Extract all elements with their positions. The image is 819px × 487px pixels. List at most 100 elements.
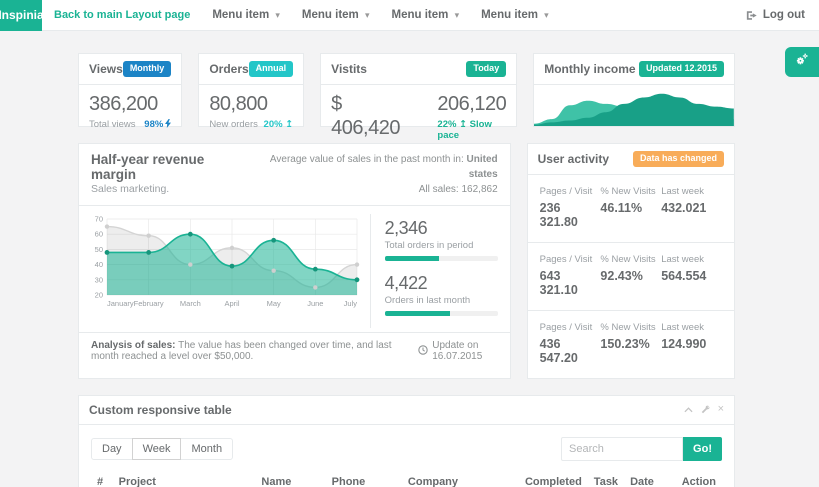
vistits-delta-2: 22%: [437, 119, 456, 130]
all-sales-label: All sales:: [419, 184, 459, 195]
stats-row: Views Monthly 386,200 Total views 98% Or…: [78, 53, 735, 127]
svg-text:May: May: [267, 299, 281, 308]
svg-text:50: 50: [95, 245, 103, 254]
user-activity-body: Pages / Visit236 321.80% New Visits46.11…: [528, 175, 734, 378]
user-activity-cell: % New Visits46.11%: [600, 186, 661, 229]
views-value: 386,200: [89, 92, 171, 116]
chevron-down-icon: ▾: [544, 10, 549, 20]
search-input[interactable]: [561, 437, 683, 461]
nav-menu-item-4[interactable]: Menu item ▾: [481, 9, 549, 21]
user-activity-cell: Pages / Visit436 547.20: [540, 322, 601, 365]
orders-title: Orders: [209, 62, 248, 76]
theme-settings-button[interactable]: [785, 47, 819, 77]
period-button-group: DayWeekMonth: [91, 438, 233, 460]
user-activity-row: Pages / Visit236 321.80% New Visits46.11…: [528, 175, 734, 243]
level-up-icon: ↥: [459, 119, 467, 130]
gears-icon: [794, 52, 810, 73]
revenue-stats: 2,346 Total orders in period 4,422 Order…: [370, 214, 498, 328]
column-header-project: Project: [113, 471, 256, 487]
custom-table-panel: Custom responsive table × DayWeekMonth G…: [78, 395, 735, 487]
svg-text:January: January: [107, 299, 134, 308]
vistits-title: Vistits: [331, 62, 367, 76]
level-up-icon: ↥: [285, 119, 293, 130]
brand-logo[interactable]: Inspinia: [0, 0, 42, 31]
orders-card: Orders Annual 80,800 New orders 20% ↥: [198, 53, 304, 127]
svg-text:40: 40: [95, 260, 103, 269]
svg-text:April: April: [224, 299, 239, 308]
svg-text:60: 60: [95, 230, 103, 239]
column-header-company: Company: [402, 471, 519, 487]
revenue-subtitle: Sales marketing.: [91, 183, 247, 195]
revenue-panel: Half-year revenue margin Sales marketing…: [78, 143, 511, 379]
go-button[interactable]: Go!: [683, 437, 722, 461]
total-orders-progress: [385, 256, 498, 261]
nav-menu: Menu item ▾ Menu item ▾ Menu item ▾ Menu it…: [190, 9, 548, 21]
column-header-date: Date: [624, 471, 676, 487]
monthly-income-badge: Updated 12.2015: [639, 61, 724, 77]
svg-text:March: March: [180, 299, 201, 308]
chevron-down-icon: ▾: [365, 10, 370, 20]
revenue-chart: 20 30 40 50 60 70 JanuaryFebruary March April May…: [87, 214, 365, 312]
nav-menu-item-1[interactable]: Menu item ▾: [212, 9, 280, 21]
back-to-layout-link[interactable]: Back to main Layout page: [54, 9, 190, 21]
table-panel-title: Custom responsive table: [89, 403, 232, 417]
clock-icon: [418, 345, 428, 358]
vistits-value-1: $ 406,420: [331, 92, 403, 140]
period-button-month[interactable]: Month: [180, 438, 233, 460]
user-activity-title: User activity: [538, 152, 609, 166]
svg-text:February: February: [134, 299, 164, 308]
user-activity-cell: Last week124.990: [661, 322, 722, 365]
close-icon[interactable]: ×: [718, 404, 724, 415]
last-month-value: 4,422: [385, 273, 498, 294]
logout-label: Log out: [763, 9, 805, 21]
vistits-badge: Today: [466, 61, 506, 77]
views-card: Views Monthly 386,200 Total views 98%: [78, 53, 182, 127]
vistits-card: Vistits Today $ 406,420 44% ↥ Rapid pace…: [320, 53, 517, 127]
column-header-phone: Phone: [326, 471, 402, 487]
wrench-icon[interactable]: [701, 405, 710, 414]
last-month-label: Orders in last month: [385, 295, 498, 306]
views-delta: 98%: [144, 119, 163, 130]
avg-sales-label: Average value of sales in the past month…: [270, 154, 464, 165]
monthly-income-chart: [534, 80, 734, 126]
revenue-title: Half-year revenue margin: [91, 152, 247, 182]
period-button-week[interactable]: Week: [132, 438, 182, 460]
logout-button[interactable]: Log out: [746, 9, 805, 21]
views-label: Total views: [89, 119, 135, 130]
user-activity-cell: Last week564.554: [661, 254, 722, 297]
user-activity-cell: Pages / Visit643 321.10: [540, 254, 601, 297]
update-note: Update on 16.07.2015: [418, 340, 497, 362]
nav-menu-item-2[interactable]: Menu item ▾: [302, 9, 370, 21]
total-orders-label: Total orders in period: [385, 240, 498, 251]
column-header-completed: Completed: [519, 471, 588, 487]
user-activity-cell: % New Visits92.43%: [600, 254, 661, 297]
last-month-progress: [385, 311, 498, 316]
chevron-down-icon: ▾: [455, 10, 460, 20]
collapse-icon[interactable]: [684, 407, 693, 413]
period-button-day[interactable]: Day: [91, 438, 133, 460]
all-sales-value: 162,862: [461, 184, 497, 195]
column-header-name: Name: [255, 471, 325, 487]
orders-label: New orders: [209, 119, 258, 130]
svg-text:June: June: [307, 299, 323, 308]
chevron-down-icon: ▾: [275, 10, 280, 20]
column-header-action: Action: [676, 471, 722, 487]
user-activity-badge: Data has changed: [633, 151, 724, 167]
avg-sales-value: United states: [467, 154, 498, 180]
user-activity-cell: Last week432.021: [661, 186, 722, 229]
user-activity-cell: Pages / Visit236 321.80: [540, 186, 601, 229]
svg-text:30: 30: [95, 275, 103, 284]
orders-badge: Annual: [249, 61, 294, 77]
monthly-income-card: Monthly income Updated 12.2015: [533, 53, 735, 127]
user-activity-cell: % New Visits150.23%: [600, 322, 661, 365]
total-orders-value: 2,346: [385, 218, 498, 239]
orders-value: 80,800: [209, 92, 293, 116]
user-activity-panel: User activity Data has changed Pages / V…: [527, 143, 735, 379]
svg-text:70: 70: [95, 215, 103, 224]
top-navbar: Inspinia Back to main Layout page Menu i…: [0, 0, 819, 31]
views-title: Views: [89, 62, 123, 76]
svg-text:20: 20: [95, 291, 103, 300]
user-activity-row: Pages / Visit643 321.10% New Visits92.43…: [528, 243, 734, 311]
bolt-icon: [165, 119, 171, 131]
nav-menu-item-3[interactable]: Menu item ▾: [392, 9, 460, 21]
